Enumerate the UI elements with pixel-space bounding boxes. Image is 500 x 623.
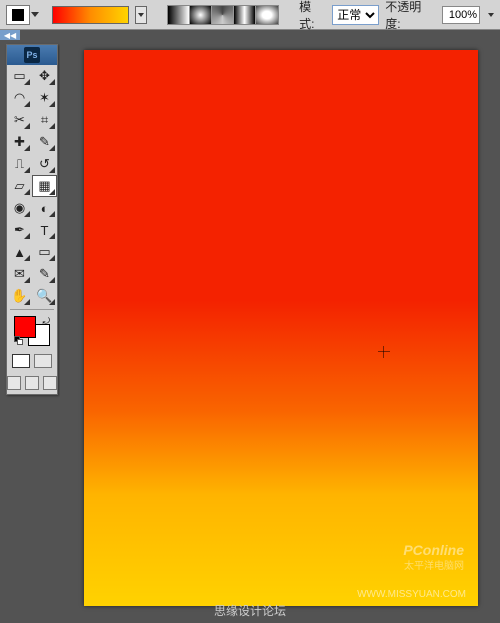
gradient-angle-button[interactable]	[212, 6, 234, 24]
gradient-picker-dropdown[interactable]	[135, 6, 147, 24]
cursor-crosshair-icon	[378, 346, 390, 358]
tool-shape[interactable]: ▭	[32, 241, 57, 263]
screen-full-button[interactable]	[43, 376, 57, 390]
tool-eyedropper[interactable]: ✎	[32, 263, 57, 285]
mode-label: 模式:	[299, 0, 326, 32]
swap-colors-icon[interactable]: ⤾	[43, 316, 51, 327]
tool-preset-picker[interactable]	[6, 5, 30, 25]
tool-gradient[interactable]: ▦	[32, 175, 57, 197]
palette-collapse-tab[interactable]: ◀◀	[0, 30, 20, 40]
tool-history-brush[interactable]: ↺	[32, 153, 57, 175]
tool-magic-wand[interactable]: ✶	[32, 87, 57, 109]
tool-crop[interactable]: ✂	[7, 109, 32, 131]
tool-dodge[interactable]: ◐	[32, 197, 57, 219]
tools-header[interactable]: Ps	[7, 45, 57, 65]
gradient-preview[interactable]	[52, 6, 129, 24]
chevron-left-icon: ◀◀	[4, 31, 16, 40]
tool-pen[interactable]: ✒	[7, 219, 32, 241]
watermark-footer: 思缘设计论坛	[214, 602, 286, 619]
tool-path-select[interactable]: ▲	[7, 241, 32, 263]
gradient-reflected-button[interactable]	[234, 6, 256, 24]
tool-hand[interactable]: ✋	[7, 285, 32, 307]
workspace: PConline 太平洋电脑网 WWW.MISSYUAN.COM	[60, 32, 500, 623]
tool-eraser[interactable]: ▱	[7, 175, 32, 197]
opacity-input[interactable]: 100%	[442, 6, 480, 24]
tool-zoom[interactable]: 🔍	[32, 285, 57, 307]
ps-logo-icon: Ps	[24, 47, 40, 63]
blend-mode-select[interactable]: 正常	[332, 5, 379, 25]
gradient-diamond-button[interactable]	[256, 6, 278, 24]
screen-mode-row	[7, 350, 57, 372]
document-canvas[interactable]: PConline 太平洋电脑网 WWW.MISSYUAN.COM	[84, 50, 478, 606]
tool-slice[interactable]: ⌗	[32, 109, 57, 131]
tools-palette: Ps ▭✥◠✶✂⌗✚✎⎍↺▱▦◉◐✒T▲▭✉✎✋🔍 ⤾	[6, 44, 58, 395]
default-colors-icon[interactable]	[14, 336, 24, 346]
watermark-cn: 太平洋电脑网	[404, 557, 464, 572]
tool-move[interactable]: ✥	[32, 65, 57, 87]
edit-standard-mode-button[interactable]	[12, 354, 30, 368]
tool-marquee[interactable]: ▭	[7, 65, 32, 87]
watermark-url: WWW.MISSYUAN.COM	[357, 589, 466, 600]
gradient-type-group	[167, 5, 279, 25]
screen-mode-row-2	[7, 372, 57, 394]
screen-full-menubar-button[interactable]	[25, 376, 39, 390]
gradient-radial-button[interactable]	[190, 6, 212, 24]
tool-notes[interactable]: ✉	[7, 263, 32, 285]
foreground-color-swatch[interactable]	[14, 316, 36, 338]
gradient-linear-button[interactable]	[168, 6, 190, 24]
tool-type[interactable]: T	[32, 219, 57, 241]
options-bar: 模式: 正常 不透明度: 100%	[0, 0, 500, 30]
tool-healing[interactable]: ✚	[7, 131, 32, 153]
tool-lasso[interactable]: ◠	[7, 87, 32, 109]
opacity-label: 不透明度:	[385, 0, 436, 32]
edit-quickmask-mode-button[interactable]	[34, 354, 52, 368]
screen-standard-button[interactable]	[7, 376, 21, 390]
color-swatches: ⤾	[14, 316, 50, 346]
watermark-pconline: PConline	[403, 542, 464, 558]
tool-brush[interactable]: ✎	[32, 131, 57, 153]
tool-blur[interactable]: ◉	[7, 197, 32, 219]
tool-stamp[interactable]: ⎍	[7, 153, 32, 175]
opacity-dropdown-icon[interactable]	[488, 13, 494, 17]
